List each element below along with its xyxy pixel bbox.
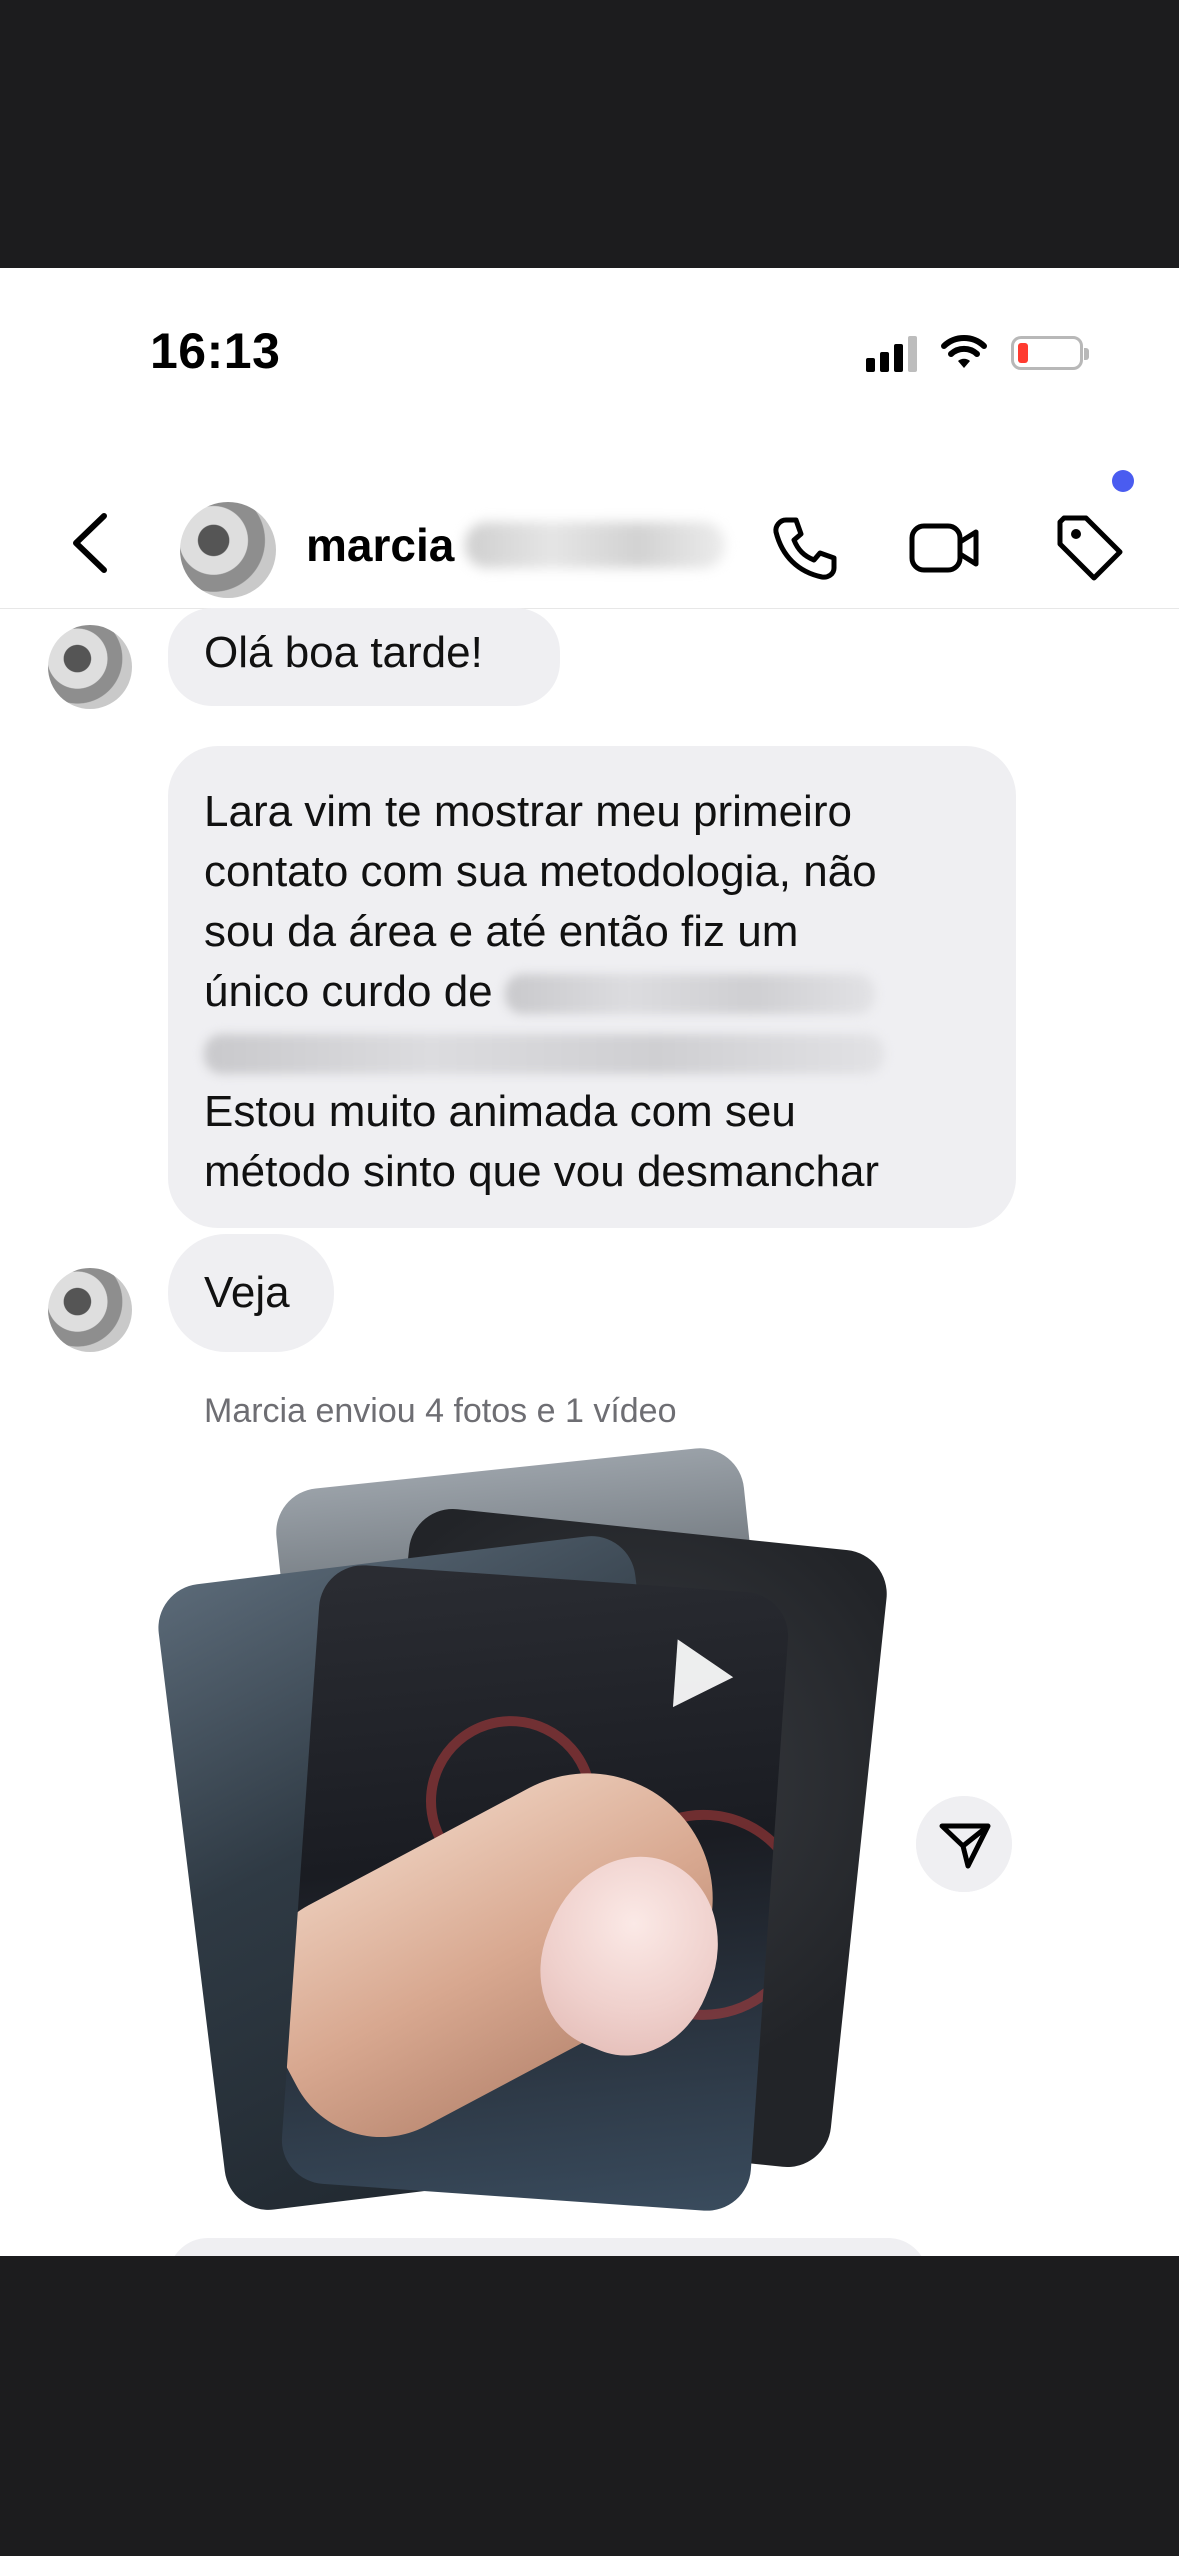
message-bubble[interactable]: Olá boa tarde! xyxy=(168,608,560,706)
message-bubble[interactable]: Lara vim te mostrar meu primeiro contato… xyxy=(168,746,1016,1228)
send-icon[interactable] xyxy=(916,1796,1012,1892)
redacted-name xyxy=(465,522,725,568)
play-icon[interactable] xyxy=(672,1639,736,1712)
battery-icon xyxy=(1011,336,1089,370)
status-time: 16:13 xyxy=(150,323,281,379)
message-bubble[interactable]: Veja xyxy=(168,1234,334,1352)
notification-badge xyxy=(1112,470,1134,492)
chevron-left-icon[interactable] xyxy=(66,508,116,578)
message-line: único curdo de xyxy=(204,962,980,1022)
video-thumbnail[interactable] xyxy=(278,1562,792,2214)
message-line: método sinto que vou desmanchar xyxy=(204,1147,880,1196)
message-line: Estou muito animada com seu xyxy=(204,1087,796,1136)
avatar[interactable] xyxy=(180,502,276,598)
chat-screen: 16:13 marcia Olá boa tarde! Lara vim te … xyxy=(0,268,1179,2256)
avatar[interactable] xyxy=(48,1268,132,1352)
wifi-icon xyxy=(941,335,987,368)
attachment-note: Marcia enviou 4 fotos e 1 vídeo xyxy=(204,1392,677,1430)
contact-name[interactable]: marcia xyxy=(306,518,454,572)
redacted-text xyxy=(204,1034,884,1075)
message-line: sou da área e até então fiz um xyxy=(204,907,799,956)
cellular-signal-icon xyxy=(866,334,917,372)
redacted-text xyxy=(504,974,875,1015)
phone-icon[interactable] xyxy=(766,510,842,586)
chat-header: marcia xyxy=(0,458,1179,609)
avatar[interactable] xyxy=(48,625,132,709)
video-camera-icon[interactable] xyxy=(906,510,982,586)
tag-icon[interactable] xyxy=(1052,510,1128,586)
message-line xyxy=(204,1022,980,1082)
status-icons xyxy=(866,334,1089,372)
message-bubble xyxy=(168,2238,928,2256)
message-line: Lara vim te mostrar meu primeiro xyxy=(204,787,852,836)
message-line: contato com sua metodologia, não xyxy=(204,847,877,896)
message-text: único curdo de xyxy=(204,967,493,1016)
